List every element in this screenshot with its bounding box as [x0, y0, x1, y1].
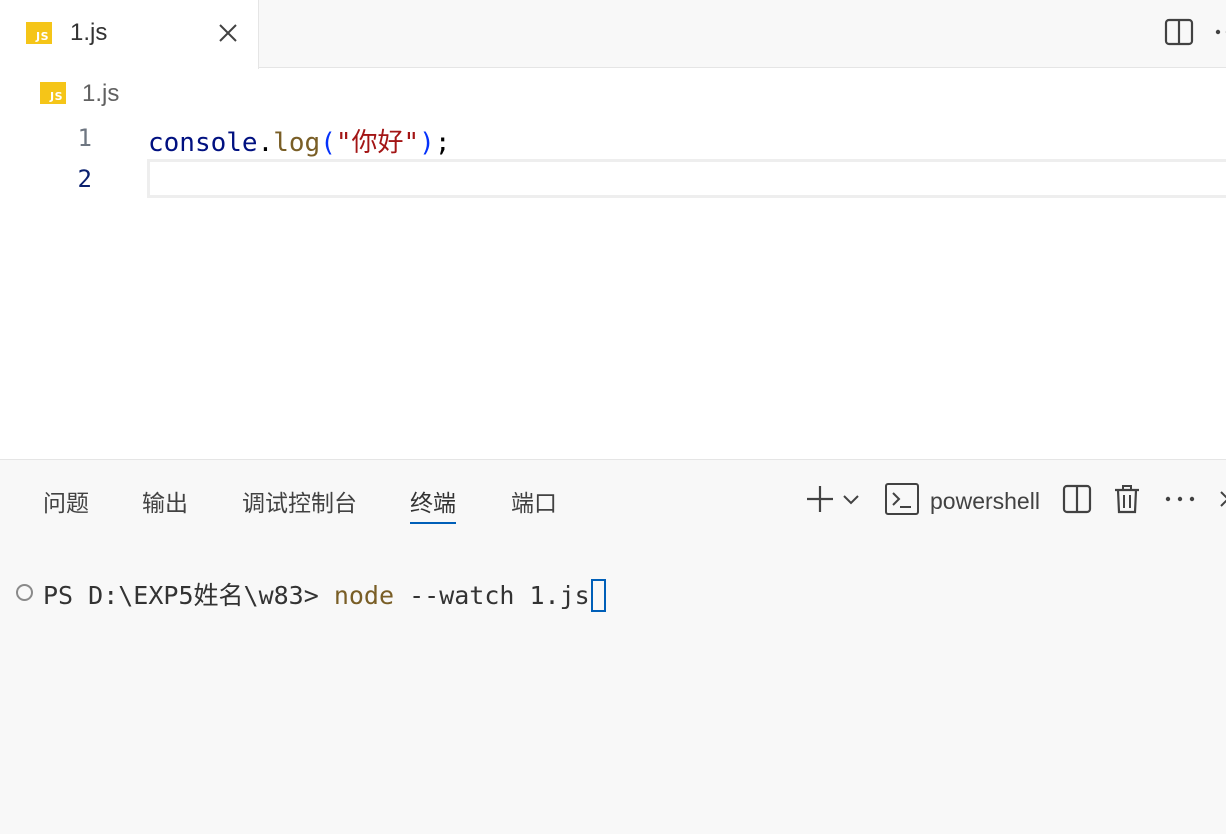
more-icon[interactable] [1212, 14, 1226, 50]
terminal-command: node [333, 581, 395, 610]
breadcrumb-file[interactable]: 1.js [82, 80, 119, 108]
token-string: "你好" [335, 128, 420, 158]
terminal-view[interactable]: PS D:\EXP5姓名\w83> node --watch 1.js [0, 560, 1226, 830]
panel-more-button[interactable] [1163, 480, 1197, 522]
split-editor-icon[interactable] [1161, 14, 1197, 50]
bottom-panel: 问题 输出 调试控制台 终端 端口 powershell PS D:\EXP5姓… [0, 459, 1226, 834]
terminal-args: --watch 1.js [394, 581, 590, 610]
token-function: log [273, 128, 321, 158]
panel-tab-bar: 问题 输出 调试控制台 终端 端口 powershell [0, 460, 1226, 540]
js-badge-text: JS [35, 30, 49, 43]
code-line[interactable]: 1 console.log("你好"); [0, 118, 1226, 159]
split-terminal-button[interactable] [1061, 480, 1093, 522]
token-open-paren: ( [320, 128, 336, 158]
js-file-icon: JS [26, 22, 52, 44]
line-number: 1 [77, 124, 92, 152]
more-icon[interactable] [1163, 489, 1197, 513]
plus-icon[interactable] [804, 483, 836, 519]
line-number: 2 [77, 165, 92, 193]
current-line-highlight [147, 159, 1226, 198]
kill-terminal-button[interactable] [1112, 480, 1142, 522]
tab-1-js[interactable]: JS 1.js [0, 0, 259, 69]
tab-problems[interactable]: 问题 [43, 484, 89, 524]
code-editor[interactable]: 1 console.log("你好"); 2 [0, 118, 1226, 458]
command-decoration-icon[interactable] [16, 584, 33, 601]
terminal-prompt: PS D:\EXP5姓名\w83> node --watch 1.js [43, 576, 606, 612]
js-badge-text: JS [49, 90, 63, 103]
tab-label: 1.js [70, 19, 108, 46]
token-close-paren: ) [419, 128, 435, 158]
breadcrumb: JS 1.js [0, 70, 1226, 118]
new-terminal-button[interactable] [804, 480, 860, 522]
tab-output[interactable]: 输出 [142, 484, 188, 524]
split-terminal-icon[interactable] [1061, 483, 1093, 519]
shell-name: powershell [930, 487, 1040, 514]
terminal-cursor [590, 579, 606, 612]
code-text[interactable]: console.log("你好"); [148, 122, 450, 159]
tab-terminal[interactable]: 终端 [410, 484, 456, 524]
terminal-icon [884, 482, 920, 520]
close-panel-button[interactable] [1218, 480, 1226, 522]
terminal-line[interactable]: PS D:\EXP5姓名\w83> node --watch 1.js [0, 568, 1226, 612]
js-file-icon: JS [40, 82, 66, 104]
terminal-instance-selector[interactable]: powershell [884, 480, 1040, 522]
tab-ports[interactable]: 端口 [511, 484, 557, 524]
token-dot: . [257, 128, 274, 158]
close-panel-icon[interactable] [1218, 489, 1226, 513]
token-object: console [148, 128, 258, 158]
tab-debug-console[interactable]: 调试控制台 [242, 484, 357, 524]
prompt-path: PS D:\EXP5姓名\w83> [43, 581, 334, 610]
chevron-down-icon[interactable] [842, 490, 860, 512]
code-line-active[interactable]: 2 [0, 159, 1226, 200]
editor-tab-bar: JS 1.js [0, 0, 1226, 69]
token-semicolon: ; [434, 128, 451, 158]
close-icon[interactable] [212, 17, 244, 49]
trash-icon[interactable] [1112, 483, 1142, 519]
